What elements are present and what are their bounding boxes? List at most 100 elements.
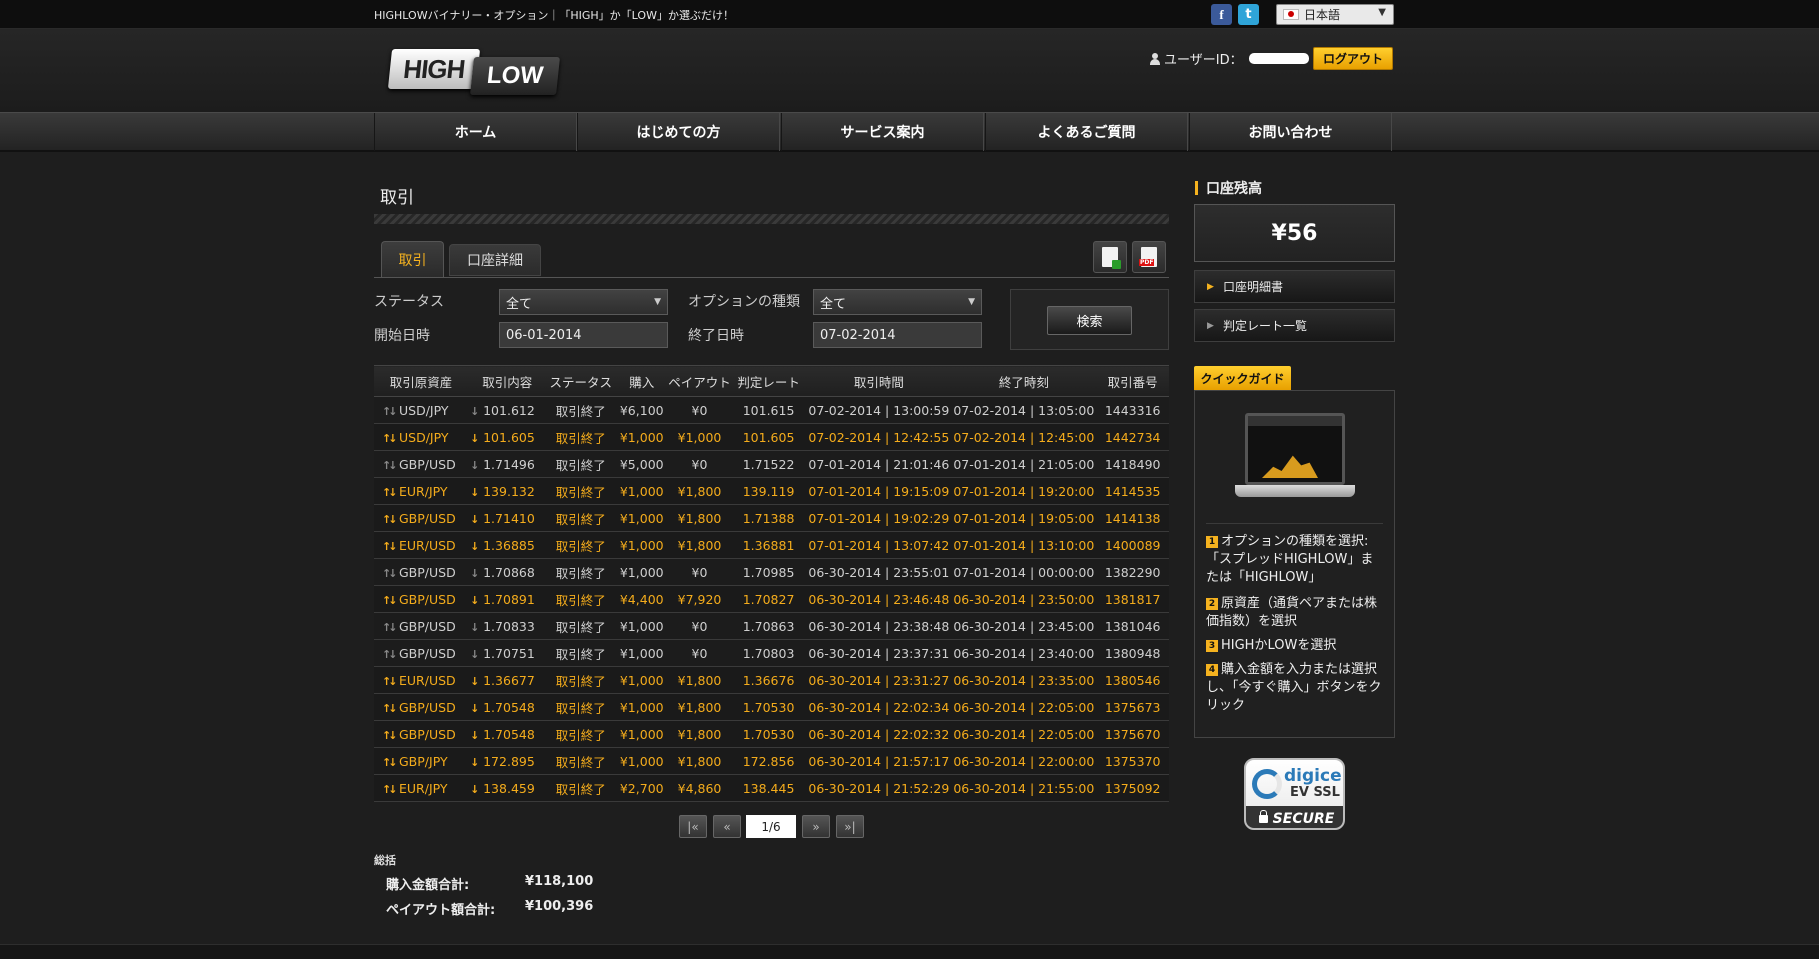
excel-export-button[interactable] [1093, 241, 1127, 273]
cell-text: 1381046 [1104, 618, 1161, 634]
cell-text: ¥2,700 [619, 780, 664, 796]
account-balance: ¥56 [1194, 204, 1395, 262]
up-down-arrows-icon: ↑↓ [382, 620, 397, 634]
cell-buy: ¥6,100 [615, 396, 669, 424]
table-row[interactable]: ↑↓ EUR/JPY ↓ 138.459 取引終了 ¥2,700 ¥4,860 138.445… [374, 774, 1169, 802]
table-row[interactable]: ↑↓ GBP/USD ↓ 1.70833 取引終了 ¥1,000 ¥0 1.70863 06-3… [374, 612, 1169, 640]
col-trade-time[interactable]: 取引時間 [806, 365, 952, 397]
cell-text: 172.856 [742, 753, 795, 769]
cell-text: 101.605 [742, 429, 795, 445]
col-asset[interactable]: 取引原資産 [374, 365, 469, 397]
cell-end: 06-30-2014 | 22:05:00 [951, 693, 1097, 721]
cell-asset: ↑↓ GBP/USD [374, 720, 469, 748]
language-select[interactable]: 日本語 ▼ [1276, 4, 1394, 25]
cell-text: 1.70868 [483, 564, 535, 580]
cell-end: 07-01-2014 | 21:05:00 [951, 450, 1097, 478]
sidebar-rates-link[interactable]: ▶ 判定レート一覧 [1194, 309, 1395, 342]
logout-button[interactable]: ログアウト [1313, 47, 1393, 70]
next-page-button[interactable]: » [802, 815, 830, 838]
cell-text: GBP/JPY [399, 753, 448, 769]
nav-beginners[interactable]: はじめての方 [577, 113, 780, 151]
cell-text: 07-01-2014 | 19:02:29 [808, 510, 950, 526]
table-row[interactable]: ↑↓ EUR/USD ↓ 1.36677 取引終了 ¥1,000 ¥1,800 1.36676… [374, 666, 1169, 694]
digicert-ssl-badge[interactable]: digicert EV SSL SECURE [1244, 758, 1345, 830]
table-row[interactable]: ↑↓ GBP/USD ↓ 1.70548 取引終了 ¥1,000 ¥1,800 1.70530… [374, 720, 1169, 748]
col-status[interactable]: ステータス [546, 365, 616, 397]
status-select-value: 全て [506, 296, 533, 312]
twitter-icon[interactable]: t [1238, 4, 1259, 25]
tab-account-details[interactable]: 口座詳細 [449, 244, 541, 276]
cell-rate: 1.70530 [730, 720, 807, 748]
cell-payout: ¥1,800 [668, 666, 731, 694]
cell-text: 138.459 [483, 780, 535, 796]
col-trade-id[interactable]: 取引番号 [1096, 365, 1169, 397]
page-title: 取引 [380, 188, 414, 208]
cell-text: ¥1,000 [619, 753, 664, 769]
facebook-icon[interactable]: f [1211, 4, 1232, 25]
cell-text: 1414535 [1104, 483, 1161, 499]
highlow-logo[interactable]: HIGH LOW [387, 47, 568, 97]
language-value: 日本語 [1304, 8, 1341, 22]
sidebar-statement-link[interactable]: ▶ 口座明細書 [1194, 270, 1395, 303]
cell-text: 取引終了 [555, 457, 606, 473]
cell-text: ¥1,000 [619, 537, 664, 553]
arrow-down-icon: ↓ [470, 458, 480, 472]
cell-buy: ¥1,000 [615, 612, 669, 640]
table-row[interactable]: ↑↓ GBP/USD ↓ 1.70868 取引終了 ¥1,000 ¥0 1.70985 06-3… [374, 558, 1169, 586]
cell-payout: ¥0 [668, 612, 731, 640]
user-id: ユーザーID： [1150, 49, 1309, 68]
cell-end: 06-30-2014 | 22:00:00 [951, 747, 1097, 775]
table-row[interactable]: ↑↓ USD/JPY ↓ 101.612 取引終了 ¥6,100 ¥0 101.615 07-0… [374, 396, 1169, 424]
arrow-down-icon: ↓ [470, 674, 480, 688]
nav-home[interactable]: ホーム [374, 113, 577, 151]
table-row[interactable]: ↑↓ GBP/USD ↓ 1.70548 取引終了 ¥1,000 ¥1,800 1.70530… [374, 693, 1169, 721]
table-row[interactable]: ↑↓ GBP/USD ↓ 1.71410 取引終了 ¥1,000 ¥1,800 1.71388… [374, 504, 1169, 532]
status-label: ステータス [374, 294, 444, 310]
table-row[interactable]: ↑↓ EUR/USD ↓ 1.36885 取引終了 ¥1,000 ¥1,800 1.36881… [374, 531, 1169, 559]
cell-rate: 1.71522 [730, 450, 807, 478]
table-row[interactable]: ↑↓ USD/JPY ↓ 101.605 取引終了 ¥1,000 ¥1,000 101.605… [374, 423, 1169, 451]
tab-trades[interactable]: 取引 [381, 241, 444, 278]
cell-id: 1380546 [1096, 666, 1169, 694]
col-buy[interactable]: 購入 [615, 365, 669, 397]
cell-id: 1381046 [1096, 612, 1169, 640]
cell-text: 取引終了 [555, 511, 606, 527]
col-payout[interactable]: ペイアウト [668, 365, 731, 397]
end-date-field[interactable]: 07-02-2014 [813, 322, 982, 348]
table-row[interactable]: ↑↓ GBP/USD ↓ 1.70751 取引終了 ¥1,000 ¥0 1.70803 06-3… [374, 639, 1169, 667]
cell-text: 06-30-2014 | 23:37:31 [808, 645, 950, 661]
nav-faq[interactable]: よくあるご質問 [985, 113, 1188, 151]
pdf-export-icon [1139, 247, 1157, 267]
table-row[interactable]: ↑↓ EUR/JPY ↓ 139.132 取引終了 ¥1,000 ¥1,800 139.119… [374, 477, 1169, 505]
first-page-button[interactable]: |« [679, 815, 707, 838]
col-rate[interactable]: 判定レート [730, 365, 807, 397]
cell-text: EUR/JPY [399, 780, 448, 796]
cell-asset: ↑↓ USD/JPY [374, 423, 469, 451]
search-button[interactable]: 検索 [1047, 306, 1132, 335]
cell-text: 1.70803 [742, 645, 795, 661]
table-row[interactable]: ↑↓ GBP/USD ↓ 1.70891 取引終了 ¥4,400 ¥7,920 1.70827… [374, 585, 1169, 613]
option-type-select[interactable]: 全て ▼ [813, 289, 982, 315]
table-row[interactable]: ↑↓ GBP/JPY ↓ 172.895 取引終了 ¥1,000 ¥1,800 172.856… [374, 747, 1169, 775]
table-row[interactable]: ↑↓ GBP/USD ↓ 1.71496 取引終了 ¥5,000 ¥0 1.71522 07-0… [374, 450, 1169, 478]
cell-asset: ↑↓ EUR/USD [374, 531, 469, 559]
nav-contact[interactable]: お問い合わせ [1189, 113, 1392, 151]
cell-rate: 1.36881 [730, 531, 807, 559]
cell-text: 1.71410 [483, 510, 535, 526]
cell-text: 172.895 [483, 753, 535, 769]
start-date-field[interactable]: 06-01-2014 [499, 322, 668, 348]
nav-services[interactable]: サービス案内 [781, 113, 984, 151]
prev-page-button[interactable]: « [713, 815, 741, 838]
total-buy-value: ¥118,100 [525, 874, 594, 889]
cell-text: 06-30-2014 | 22:02:32 [808, 726, 950, 742]
status-select[interactable]: 全て ▼ [499, 289, 668, 315]
last-page-button[interactable]: »| [836, 815, 864, 838]
col-content[interactable]: 取引内容 [468, 365, 547, 397]
pdf-export-button[interactable] [1132, 241, 1166, 273]
cell-end: 07-01-2014 | 00:00:00 [951, 558, 1097, 586]
cell-content: ↓ 101.605 [468, 423, 547, 451]
cell-buy: ¥2,700 [615, 774, 669, 802]
quick-guide-tab[interactable]: クイックガイド [1194, 366, 1291, 390]
cell-text: GBP/USD [399, 618, 456, 634]
col-end-time[interactable]: 終了時刻 [951, 365, 1097, 397]
